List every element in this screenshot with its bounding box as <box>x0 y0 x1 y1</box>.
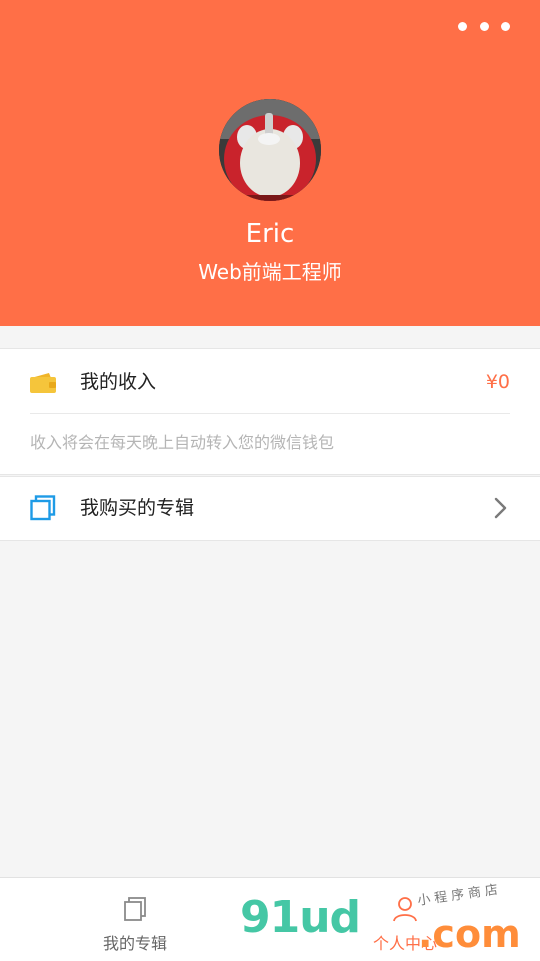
chevron-right-icon <box>494 497 507 519</box>
tab-personal-center[interactable]: 个人中心 <box>270 878 540 961</box>
purchased-albums-label: 我购买的专辑 <box>80 497 195 519</box>
more-dot <box>479 21 489 31</box>
income-tip: 收入将会在每天晚上自动转入您的微信钱包 <box>30 433 335 452</box>
wallet-icon <box>30 373 56 393</box>
income-amount: ¥0 <box>485 371 510 393</box>
tab-my-albums[interactable]: 我的专辑 <box>0 878 270 961</box>
divider <box>30 413 510 414</box>
person-icon <box>393 897 417 922</box>
more-options-button[interactable] <box>458 20 510 32</box>
tab-label: 我的专辑 <box>102 934 167 953</box>
copy-icon <box>30 495 56 521</box>
avatar[interactable] <box>219 99 321 201</box>
income-card: 我的收入 ¥0 收入将会在每天晚上自动转入您的微信钱包 <box>0 348 540 475</box>
profile-title: Web前端工程师 <box>198 260 342 284</box>
income-label: 我的收入 <box>80 371 157 393</box>
purchased-albums-row[interactable]: 我购买的专辑 <box>0 476 540 541</box>
profile-name: Eric <box>245 219 295 249</box>
tab-bar: 我的专辑 个人中心 <box>0 877 540 961</box>
more-dot <box>501 21 510 31</box>
copy-icon <box>124 897 146 921</box>
avatar-image <box>219 99 321 201</box>
tab-label: 个人中心 <box>372 934 437 953</box>
more-dot <box>458 21 467 31</box>
profile-header: Eric Web前端工程师 <box>0 0 540 326</box>
